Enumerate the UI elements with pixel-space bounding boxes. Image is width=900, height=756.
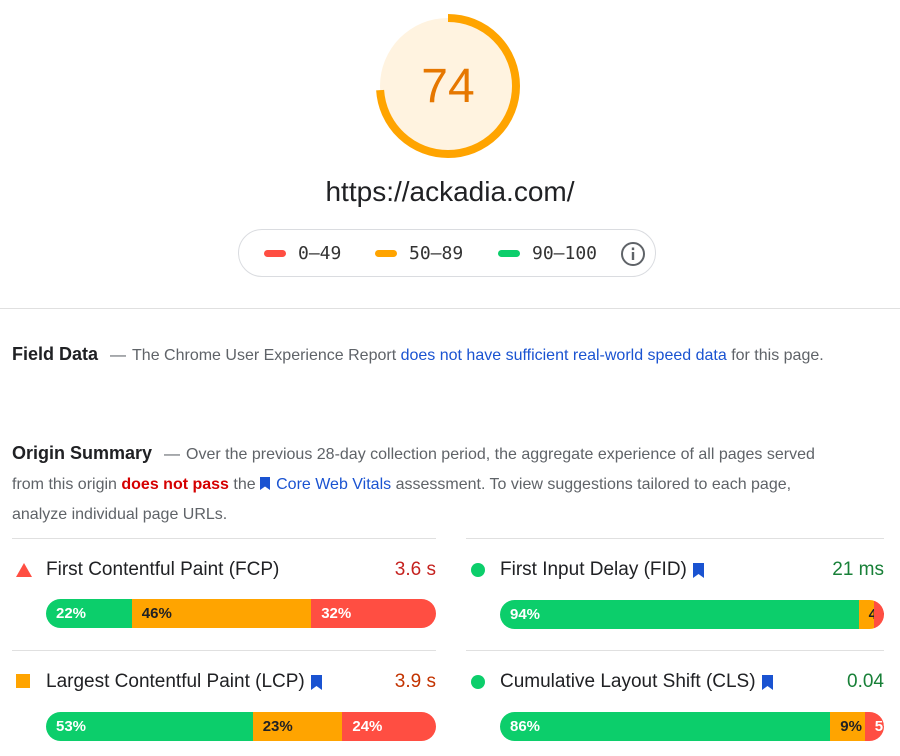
metric-cls-value: 0.04 [847, 671, 884, 692]
section-divider [0, 308, 900, 309]
distribution-segment-label: 22% [56, 605, 87, 622]
distribution-segment-label: 24% [352, 718, 383, 735]
legend-good-marker [498, 250, 520, 257]
distribution-segment-poor: 5% [864, 712, 884, 741]
field-data-link[interactable]: does not have sufficient real-world spee… [401, 347, 727, 364]
good-circle-icon [471, 675, 485, 689]
score-legend: 0–49 50–89 90–100 [238, 229, 656, 277]
core-web-vital-bookmark-icon [761, 674, 773, 690]
distribution-segment-label: 94% [510, 606, 541, 623]
metric-lcp-value: 3.9 s [394, 671, 436, 692]
distribution-segment-label: 9% [840, 718, 862, 735]
distribution-segment-label: 53% [56, 718, 87, 735]
core-web-vitals-link[interactable]: Core Web Vitals [260, 476, 391, 493]
good-circle-icon [471, 563, 485, 577]
origin-summary-heading: Origin Summary [12, 443, 153, 463]
metric-cls-distribution-bar: 86% 9% 5% [500, 712, 884, 741]
field-data-section: Field Data — The Chrome User Experience Re… [12, 339, 832, 371]
origin-fail-status: does not pass [121, 476, 229, 493]
metric-fcp-distribution-bar: 22% 46% 32% [46, 599, 436, 628]
legend-average-label: 50–89 [409, 243, 464, 264]
distribution-segment-poor: 24% [342, 712, 436, 741]
distribution-segment-label: 5% [874, 718, 884, 735]
distribution-segment-label: 46% [141, 605, 172, 622]
origin-summary-text-2: the [233, 476, 256, 493]
bookmark-icon [260, 477, 271, 490]
metric-lcp-name: Largest Contentful Paint (LCP) [46, 671, 322, 693]
distribution-segment-good: 94% [500, 600, 859, 629]
distribution-segment-good: 22% [46, 599, 132, 628]
legend-item-average: 50–89 [375, 243, 463, 264]
core-web-vital-bookmark-icon [692, 562, 704, 578]
metric-fcp-name: First Contentful Paint (FCP) [46, 559, 279, 581]
metric-lcp-label: Largest Contentful Paint (LCP) [46, 671, 305, 692]
metric-cls-label: Cumulative Layout Shift (CLS) [500, 671, 756, 692]
metric-fcp-label: First Contentful Paint (FCP) [46, 559, 280, 580]
metric-cls-name: Cumulative Layout Shift (CLS) [500, 671, 773, 693]
metric-separator [12, 650, 436, 651]
metric-separator [12, 538, 436, 539]
field-data-text: The Chrome User Experience Report [132, 347, 397, 364]
performance-score: 74 [421, 59, 475, 113]
distribution-segment-good: 86% [500, 712, 831, 741]
distribution-segment-label: 32% [321, 605, 352, 622]
poor-triangle-icon [16, 563, 32, 577]
legend-item-poor: 0–49 [264, 243, 341, 264]
metric-fid-distribution-bar: 94% 4%2% [500, 600, 884, 629]
distribution-segment-average: 23% [252, 712, 343, 741]
legend-item-good: 90–100 [498, 243, 597, 264]
distribution-segment-label: 23% [262, 718, 293, 735]
distribution-segment-poor: 32% [311, 599, 436, 628]
distribution-segment-poor: 2% [874, 600, 884, 629]
origin-summary-section: Origin Summary — Over the previous 28-day … [12, 438, 832, 530]
metric-fid-value: 21 ms [832, 559, 884, 580]
metric-fcp-value: 3.6 s [394, 559, 436, 580]
average-square-icon [16, 674, 30, 688]
distribution-segment-label: 86% [510, 718, 541, 735]
metric-lcp-distribution-bar: 53% 23% 24% [46, 712, 436, 741]
distribution-segment-average: 46% [131, 599, 312, 628]
metric-fid-label: First Input Delay (FID) [500, 559, 687, 580]
metric-separator [466, 650, 884, 651]
core-web-vital-bookmark-icon [310, 674, 322, 690]
field-data-dash: — [110, 347, 127, 364]
page-url: https://ackadia.com/ [325, 176, 575, 207]
distribution-segment-good: 53% [46, 712, 253, 741]
metric-fid-name: First Input Delay (FID) [500, 559, 704, 581]
distribution-segment-average: 4% [858, 600, 884, 629]
origin-summary-dash: — [164, 446, 181, 463]
core-web-vitals-link-label: Core Web Vitals [276, 476, 392, 493]
legend-average-marker [375, 250, 397, 257]
distribution-segment-average: 9% [830, 712, 865, 741]
legend-poor-marker [264, 250, 286, 257]
field-data-text-end: for this page. [731, 347, 824, 364]
legend-good-label: 90–100 [532, 243, 598, 264]
legend-poor-label: 0–49 [298, 243, 342, 264]
info-icon[interactable] [620, 241, 646, 267]
field-data-heading: Field Data [12, 344, 99, 364]
metric-separator [466, 538, 884, 539]
